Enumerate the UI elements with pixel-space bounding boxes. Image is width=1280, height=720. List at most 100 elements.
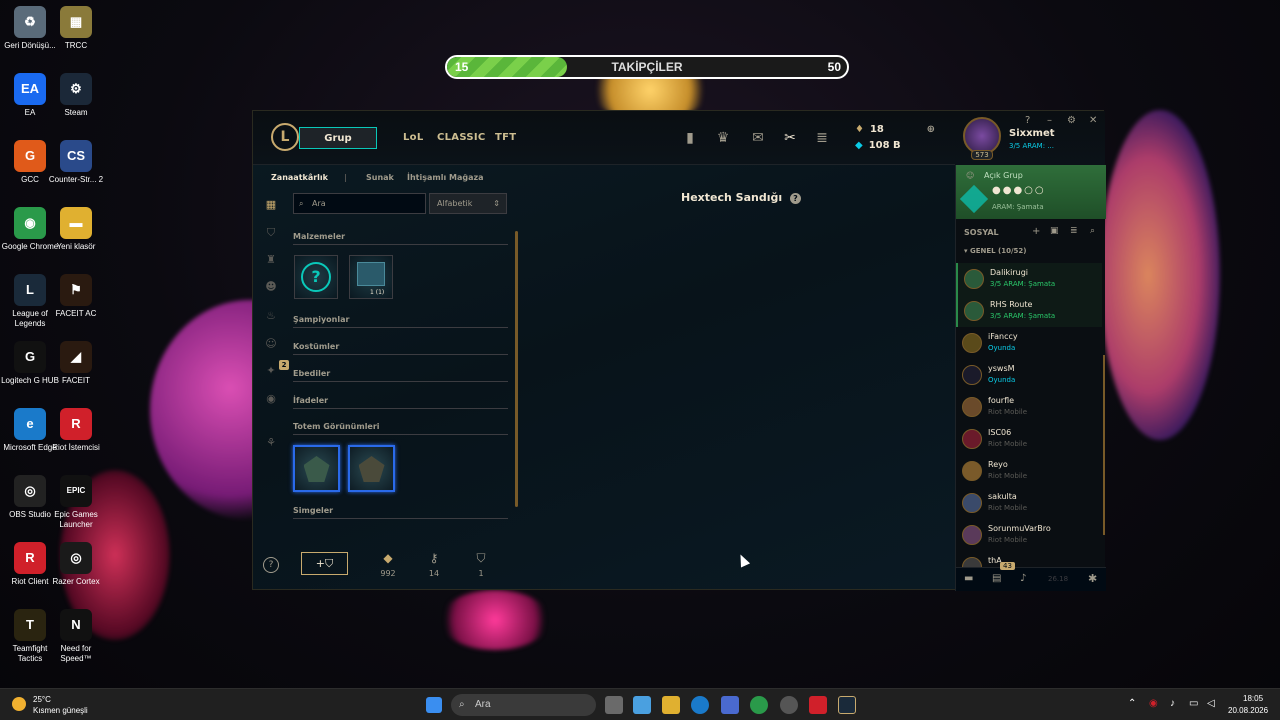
help-icon[interactable]: ? [263, 557, 279, 573]
app-shortcut-icon: L [14, 274, 46, 306]
section-icons[interactable]: Simgeler [293, 506, 508, 519]
chat-icon[interactable]: ▬ [964, 573, 973, 584]
tab-lol[interactable]: LoL [403, 132, 424, 143]
desktop-icon[interactable]: ◎ Razer Cortex [46, 542, 106, 587]
loot-item-chest[interactable]: 1 (1) [349, 255, 393, 299]
group-icon: ☺ [966, 171, 975, 180]
filter-emote-icon[interactable]: ☺ [263, 336, 279, 352]
tray-volume-icon[interactable]: ◁ [1207, 698, 1215, 709]
play-button[interactable]: Grup [299, 127, 377, 149]
file-explorer-icon[interactable] [662, 696, 680, 714]
desktop-icon[interactable]: ⚑ FACEIT AC [46, 274, 106, 319]
loot-search-input[interactable]: ⌕ Ara [293, 193, 426, 214]
friend-group-header[interactable]: ▾ GENEL (10/52) [964, 247, 1026, 255]
filter-eternal-icon[interactable]: ♨ [263, 308, 279, 324]
desktop-icon[interactable]: ◢ FACEIT [46, 341, 106, 386]
friend-item[interactable]: RHS Route 3/5 ARAM: Şamata [956, 295, 1102, 327]
add-friend-icon[interactable]: + [1032, 226, 1040, 237]
friend-status: 3/5 ARAM: Şamata [990, 312, 1056, 320]
folder-icon[interactable]: ▣ [1050, 226, 1059, 236]
loot-item-ward-skin[interactable] [293, 445, 340, 492]
craft-key-button[interactable]: +⛉ [301, 552, 348, 575]
desktop-icon[interactable]: ▬ Yeni klasör [46, 207, 106, 252]
desktop-icon[interactable]: ▦ TRCC [46, 6, 106, 51]
bug-icon[interactable]: ✱ [1088, 572, 1097, 585]
friend-item[interactable]: sakulta Riot Mobile [956, 487, 1102, 519]
windows-start-icon[interactable] [426, 697, 442, 713]
section-champions[interactable]: Şampiyonlar [293, 315, 508, 328]
ranked-icon[interactable]: ♛ [714, 129, 732, 147]
minimize-icon[interactable]: – [1047, 115, 1052, 126]
section-emotes[interactable]: İfadeler [293, 396, 508, 409]
social-scrollbar[interactable] [1103, 355, 1105, 535]
missions-icon[interactable]: ✉ [749, 129, 767, 147]
tray-app-icon[interactable]: ◉ [1149, 698, 1158, 709]
sort-dropdown[interactable]: Alfabetik ⇕ [429, 193, 507, 214]
loot-icon[interactable]: ✂ [781, 129, 799, 147]
league-client-icon[interactable] [838, 696, 856, 714]
desktop-icon[interactable]: EPIC Epic Games Launcher [46, 475, 106, 530]
friend-item[interactable]: fourfle Riot Mobile [956, 391, 1102, 423]
filter-champion-icon[interactable]: ♜ [263, 252, 279, 268]
loot-scrollbar[interactable] [515, 231, 518, 507]
tab-mythic-shop[interactable]: İhtişamlı Mağaza [407, 173, 484, 182]
desktop-icon[interactable]: CS Counter-Str... 2 [46, 140, 106, 185]
store-icon[interactable] [721, 696, 739, 714]
chrome-icon[interactable] [750, 696, 768, 714]
close-icon[interactable]: ✕ [1089, 115, 1097, 126]
filter-all-icon[interactable]: ▦ [263, 197, 279, 213]
copilot-icon[interactable] [633, 696, 651, 714]
loot-item-ward-skin[interactable] [348, 445, 395, 492]
task-view-icon[interactable] [605, 696, 623, 714]
currency-panel: ♦ 18 ⊕ ◆ 108 B [855, 121, 935, 153]
tab-crafting[interactable]: Zanaatkârlık [271, 173, 328, 182]
friend-item[interactable]: Reyo Riot Mobile [956, 455, 1102, 487]
open-group-card[interactable]: ☺ Açık Grup ●●●○○ ARAM: Şamata [956, 165, 1106, 219]
desktop-icon[interactable]: N Need for Speed™ [46, 609, 106, 664]
profile-panel[interactable]: 573 Sixxmet 3/5 ARAM: ... ? – ⚙ ✕ [955, 111, 1105, 165]
notifications-icon[interactable]: ▤ [992, 573, 1001, 584]
tray-chevron-icon[interactable]: ⌃ [1128, 698, 1136, 709]
microphone-icon[interactable]: ♪ [1020, 573, 1026, 584]
filter-other-icon[interactable]: ⚘ [263, 435, 279, 451]
riot-client-icon[interactable] [809, 696, 827, 714]
friend-item[interactable]: yswsM Oyunda [956, 359, 1102, 391]
settings-icon[interactable]: ⚙ [1067, 115, 1076, 126]
tray-mic-icon[interactable]: ♪ [1170, 698, 1175, 709]
taskbar-search[interactable]: ⌕ Ara [451, 694, 596, 716]
section-eternals[interactable]: Ebediler [293, 369, 508, 382]
search-icon: ⌕ [459, 699, 465, 710]
league-logo-icon[interactable]: L [271, 123, 299, 151]
filter-skin-icon[interactable]: ☻ [263, 279, 279, 295]
collection-icon[interactable]: ▮ [681, 129, 699, 147]
filter-icon-icon[interactable]: ◉ [263, 391, 279, 407]
search-icon[interactable]: ⌕ [1090, 226, 1095, 236]
loot-item-unknown[interactable]: ? [294, 255, 338, 299]
friend-item[interactable]: SorunmuVarBro Riot Mobile [956, 519, 1102, 551]
tab-classic[interactable]: CLASSIC [437, 132, 486, 143]
friend-item[interactable]: ISC06 Riot Mobile [956, 423, 1102, 455]
help-icon[interactable]: ? [1025, 115, 1030, 126]
app-icon[interactable] [780, 696, 798, 714]
tab-altar[interactable]: Sunak [366, 173, 394, 182]
section-skins[interactable]: Kostümler [293, 342, 508, 355]
desktop-icon[interactable]: R Riot İstemcisi [46, 408, 106, 453]
clock-date[interactable]: 20.08.2026 [1228, 706, 1268, 715]
tab-tft[interactable]: TFT [495, 132, 516, 143]
info-icon[interactable]: ? [789, 193, 801, 204]
friend-item[interactable]: iFanccy Oyunda [956, 327, 1102, 359]
weather-icon[interactable] [12, 697, 26, 711]
list-icon[interactable]: ≣ [1070, 226, 1078, 236]
clock-time[interactable]: 18:05 [1243, 694, 1263, 703]
filter-chest-icon[interactable]: ⛉ [263, 225, 279, 241]
section-ward-skins[interactable]: Totem Görünümleri [293, 422, 508, 435]
tab-separator: | [344, 173, 347, 182]
edge-icon[interactable] [691, 696, 709, 714]
desktop-icon[interactable]: ⚙ Steam [46, 73, 106, 118]
filter-ward-icon[interactable]: ✦ [263, 363, 279, 379]
store-icon[interactable]: ≣ [813, 129, 831, 147]
friend-item[interactable]: Dalikirugi 3/5 ARAM: Şamata [956, 263, 1102, 295]
add-currency-icon[interactable]: ⊕ [927, 124, 935, 135]
friend-avatar [964, 269, 984, 289]
tray-network-icon[interactable]: ▭ [1189, 698, 1198, 709]
